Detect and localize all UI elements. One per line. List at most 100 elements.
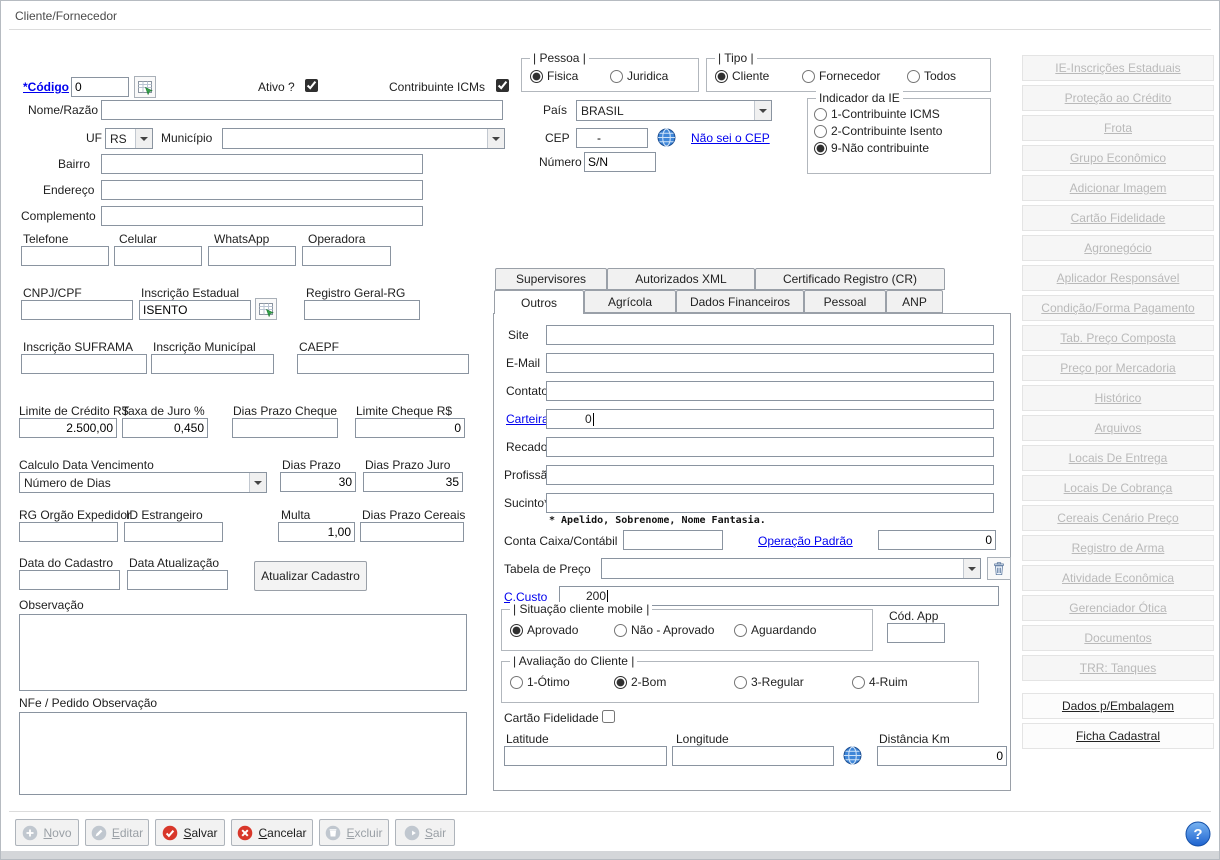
carteira-link[interactable]: Carteira: [506, 412, 549, 426]
radio-pessoa-juridica-input[interactable]: [610, 69, 623, 83]
radio-situacao-nao-aprovado[interactable]: Não - Aprovado: [614, 623, 714, 637]
cancelar-button[interactable]: Cancelar: [231, 819, 313, 846]
codigo-label[interactable]: *Código: [23, 80, 69, 94]
inscricao-estadual-lookup-button[interactable]: [255, 298, 277, 320]
nao-sei-cep-link[interactable]: Não sei o CEP: [691, 131, 770, 145]
radio-pessoa-juridica[interactable]: Juridica: [610, 69, 668, 83]
taxa-juro-input[interactable]: [122, 418, 208, 438]
observacao-textarea[interactable]: [19, 614, 467, 691]
ativo-checkbox[interactable]: [305, 79, 318, 92]
contribuinte-icms-checkbox[interactable]: [496, 79, 509, 92]
cartao-fidelidade-checkbox[interactable]: [602, 710, 615, 723]
rg-orgao-expedidor-input[interactable]: [19, 522, 118, 542]
radio-ie-contribuinte-isento-input[interactable]: [814, 124, 827, 138]
inscricao-estadual-input[interactable]: [139, 300, 251, 320]
tab-supervisores[interactable]: Supervisores: [495, 268, 607, 290]
operadora-input[interactable]: [302, 246, 391, 266]
radio-ie-contribuinte-icms[interactable]: 1-Contribuinte ICMS: [814, 107, 940, 121]
celular-input[interactable]: [114, 246, 202, 266]
atualizar-cadastro-button[interactable]: Atualizar Cadastro: [254, 561, 367, 591]
tab-agricola[interactable]: Agrícola: [584, 290, 676, 313]
tab-anp[interactable]: ANP: [886, 290, 943, 313]
sucinto-input[interactable]: [546, 493, 994, 513]
tabela-preco-select[interactable]: [601, 558, 981, 579]
carteira-input[interactable]: 0: [546, 409, 994, 429]
pais-select[interactable]: BRASIL: [576, 100, 772, 121]
multa-input[interactable]: [278, 522, 355, 542]
codigo-lookup-button[interactable]: [134, 76, 156, 98]
dias-prazo-input[interactable]: [280, 472, 356, 492]
operacao-padrao-input[interactable]: [878, 530, 996, 550]
calculo-data-vencimento-select[interactable]: Número de Dias: [19, 472, 267, 493]
id-estrangeiro-input[interactable]: [124, 522, 223, 542]
radio-ie-contribuinte-icms-input[interactable]: [814, 107, 827, 121]
conta-caixa-input[interactable]: [623, 530, 723, 550]
cep-input[interactable]: [576, 128, 648, 148]
registro-geral-input[interactable]: [304, 300, 420, 320]
operacao-padrao-link[interactable]: Operação Padrão: [758, 534, 853, 548]
radio-ie-nao-contribuinte[interactable]: 9-Não contribuinte: [814, 141, 929, 155]
longitude-input[interactable]: [672, 746, 834, 766]
radio-pessoa-fisica[interactable]: Fisica: [530, 69, 578, 83]
radio-ie-nao-contribuinte-input[interactable]: [814, 141, 827, 155]
radio-avaliacao-ruim[interactable]: 4-Ruim: [852, 675, 908, 689]
radio-situacao-aprovado[interactable]: Aprovado: [510, 623, 578, 637]
limite-credito-input[interactable]: [19, 418, 117, 438]
tab-outros[interactable]: Outros: [494, 290, 584, 314]
municipio-select[interactable]: [222, 128, 505, 149]
limite-cheque-input[interactable]: [355, 418, 465, 438]
radio-situacao-aguardando[interactable]: Aguardando: [734, 623, 816, 637]
radio-tipo-todos[interactable]: Todos: [907, 69, 956, 83]
nfe-pedido-observacao-textarea[interactable]: [19, 712, 467, 795]
radio-tipo-cliente[interactable]: Cliente: [715, 69, 769, 83]
latitude-input[interactable]: [504, 746, 667, 766]
numero-input[interactable]: [584, 152, 656, 172]
cnpj-cpf-input[interactable]: [21, 300, 133, 320]
data-cadastro-input[interactable]: [19, 570, 120, 590]
bairro-input[interactable]: [101, 154, 423, 174]
radio-avaliacao-bom-input[interactable]: [614, 675, 627, 689]
help-button[interactable]: ?: [1185, 821, 1211, 847]
dias-prazo-cereais-input[interactable]: [360, 522, 464, 542]
inscricao-suframa-input[interactable]: [21, 354, 147, 374]
radio-ie-contribuinte-isento[interactable]: 2-Contribuinte Isento: [814, 124, 942, 138]
radio-situacao-aguardando-input[interactable]: [734, 623, 747, 637]
tab-pessoal[interactable]: Pessoal: [804, 290, 886, 313]
complemento-input[interactable]: [101, 206, 423, 226]
endereco-input[interactable]: [101, 180, 423, 200]
radio-situacao-nao-aprovado-input[interactable]: [614, 623, 627, 637]
site-input[interactable]: [546, 325, 994, 345]
recado-input[interactable]: [546, 437, 994, 457]
radio-avaliacao-ruim-input[interactable]: [852, 675, 865, 689]
data-atualizacao-input[interactable]: [127, 570, 228, 590]
radio-avaliacao-otimo[interactable]: 1-Ótimo: [510, 675, 570, 689]
radio-pessoa-fisica-input[interactable]: [530, 69, 543, 83]
cod-app-input[interactable]: [887, 623, 945, 643]
uf-select[interactable]: RS: [105, 128, 153, 149]
radio-avaliacao-otimo-input[interactable]: [510, 675, 523, 689]
sidebar-item-dados-p-embalagem[interactable]: Dados p/Embalagem: [1022, 693, 1214, 719]
radio-tipo-fornecedor[interactable]: Fornecedor: [802, 69, 880, 83]
radio-avaliacao-regular-input[interactable]: [734, 675, 747, 689]
codigo-input[interactable]: [71, 77, 129, 97]
radio-situacao-aprovado-input[interactable]: [510, 623, 523, 637]
tabela-preco-clear-button[interactable]: [987, 557, 1011, 580]
dias-prazo-juro-input[interactable]: [363, 472, 463, 492]
radio-avaliacao-bom[interactable]: 2-Bom: [614, 675, 666, 689]
tab-dados-financeiros[interactable]: Dados Financeiros: [676, 290, 804, 313]
cep-globe-button[interactable]: [653, 125, 679, 149]
telefone-input[interactable]: [21, 246, 109, 266]
email-input[interactable]: [546, 353, 994, 373]
tab-certificado-registro[interactable]: Certificado Registro (CR): [755, 268, 945, 290]
whatsapp-input[interactable]: [208, 246, 296, 266]
radio-tipo-cliente-input[interactable]: [715, 69, 728, 83]
contato-input[interactable]: [546, 381, 994, 401]
radio-avaliacao-regular[interactable]: 3-Regular: [734, 675, 804, 689]
sidebar-item-ficha-cadastral[interactable]: Ficha Cadastral: [1022, 723, 1214, 749]
inscricao-municipal-input[interactable]: [151, 354, 274, 374]
radio-tipo-todos-input[interactable]: [907, 69, 920, 83]
profissao-input[interactable]: [546, 465, 994, 485]
dias-prazo-cheque-input[interactable]: [232, 418, 338, 438]
caepf-input[interactable]: [297, 354, 469, 374]
coordinates-globe-button[interactable]: [839, 743, 865, 767]
